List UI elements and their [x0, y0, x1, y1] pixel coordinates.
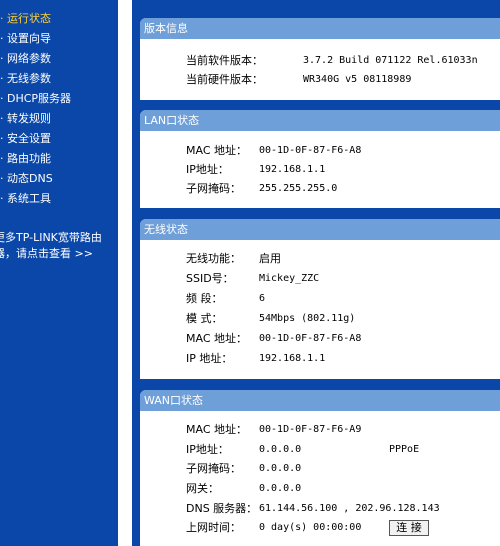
sidebar-item-network-params[interactable]: · 网络参数: [0, 50, 51, 68]
bullet-icon: ·: [0, 112, 4, 125]
wireless-mac-value: 00-1D-0F-87-F6-A8: [259, 333, 362, 344]
lan-mac-value: 00-1D-0F-87-F6-A8: [259, 145, 362, 156]
panel-title: LAN口状态: [140, 110, 500, 131]
lan-mac-row: MAC 地址： 00-1D-0F-87-F6-A8: [186, 142, 496, 160]
channel-row: 频 段： 6: [186, 290, 496, 308]
wireless-func-value: 启用: [259, 252, 281, 265]
wan-uptime-label: 上网时间：: [186, 521, 241, 534]
router-admin-page: · 运行状态 · 设置向导 · 网络参数 · 无线参数 · DHCP服务器 · 转发规则 ·…: [0, 0, 500, 546]
bullet-icon: ·: [0, 32, 4, 45]
sidebar-item-label: 动态DNS: [7, 172, 53, 185]
sidebar-item-label: DHCP服务器: [7, 92, 72, 105]
wireless-func-row: 无线功能： 启用: [186, 250, 496, 268]
wireless-mac-row: MAC 地址： 00-1D-0F-87-F6-A8: [186, 330, 496, 348]
wireless-func-label: 无线功能：: [186, 252, 241, 265]
sidebar-item-dynamic-dns[interactable]: · 动态DNS: [0, 170, 53, 188]
content-area: 版本信息 当前软件版本： 3.7.2 Build 071122 Rel.6103…: [132, 0, 500, 546]
wan-gateway-label: 网关：: [186, 482, 219, 495]
hardware-version-value: WR340G v5 08118989: [303, 74, 412, 85]
lan-mac-label: MAC 地址：: [186, 144, 247, 157]
sidebar: · 运行状态 · 设置向导 · 网络参数 · 无线参数 · DHCP服务器 · 转发规则 ·…: [0, 0, 118, 546]
bullet-icon: ·: [0, 12, 4, 25]
channel-label: 频 段：: [186, 292, 223, 305]
software-version-row: 当前软件版本： 3.7.2 Build 071122 Rel.61033n: [186, 52, 496, 70]
wireless-ip-row: IP 地址： 192.168.1.1: [186, 350, 496, 368]
sidebar-item-setup-wizard[interactable]: · 设置向导: [0, 30, 51, 48]
bullet-icon: ·: [0, 72, 4, 85]
bullet-icon: ·: [0, 172, 4, 185]
ssid-label: SSID号：: [186, 272, 234, 285]
software-version-label: 当前软件版本：: [186, 54, 263, 67]
mode-row: 模 式： 54Mbps (802.11g): [186, 310, 496, 328]
sidebar-item-running-status[interactable]: · 运行状态: [0, 10, 51, 28]
sidebar-item-label: 设置向导: [7, 32, 51, 45]
hardware-version-row: 当前硬件版本： WR340G v5 08118989: [186, 71, 496, 89]
sidebar-item-label: 转发规则: [7, 112, 51, 125]
lan-panel: LAN口状态 MAC 地址： 00-1D-0F-87-F6-A8 IP地址： 1…: [140, 110, 500, 208]
bullet-icon: ·: [0, 152, 4, 165]
wan-dns-label: DNS 服务器：: [186, 502, 258, 515]
lan-ip-row: IP地址： 192.168.1.1: [186, 161, 496, 179]
wireless-panel: 无线状态 无线功能： 启用 SSID号： Mickey_ZZC 频 段： 6 模…: [140, 219, 500, 379]
wan-ip-label: IP地址：: [186, 443, 229, 456]
sidebar-item-forwarding-rules[interactable]: · 转发规则: [0, 110, 51, 128]
wan-mac-row: MAC 地址： 00-1D-0F-87-F6-A9: [186, 421, 496, 439]
wireless-mac-label: MAC 地址：: [186, 332, 247, 345]
sidebar-item-label: 路由功能: [7, 152, 51, 165]
sidebar-item-security[interactable]: · 安全设置: [0, 130, 51, 148]
wan-dns-value: 61.144.56.100 , 202.96.128.143: [259, 503, 440, 514]
ssid-row: SSID号： Mickey_ZZC: [186, 270, 496, 288]
wan-panel: WAN口状态 MAC 地址： 00-1D-0F-87-F6-A9 IP地址： 0…: [140, 390, 500, 546]
more-products-link-cont[interactable]: 器，请点击查看 >>: [0, 245, 93, 263]
wan-mask-label: 子网掩码：: [186, 462, 241, 475]
wan-uptime-row: 上网时间： 0 day(s) 00:00:00: [186, 519, 496, 537]
bullet-icon: ·: [0, 132, 4, 145]
wan-mask-value: 0.0.0.0: [259, 463, 302, 474]
hardware-version-label: 当前硬件版本：: [186, 73, 263, 86]
ssid-value: Mickey_ZZC: [259, 273, 320, 284]
wan-ip-value: 0.0.0.0: [259, 444, 302, 455]
lan-mask-label: 子网掩码：: [186, 182, 241, 195]
sidebar-item-dhcp-server[interactable]: · DHCP服务器: [0, 90, 71, 108]
wan-dns-row: DNS 服务器： 61.144.56.100 , 202.96.128.143: [186, 500, 496, 518]
wan-gateway-row: 网关： 0.0.0.0: [186, 480, 496, 498]
wan-connection-type: PPPoE: [389, 444, 420, 455]
version-panel: 版本信息 当前软件版本： 3.7.2 Build 071122 Rel.6103…: [140, 18, 500, 100]
wan-uptime-value: 0 day(s) 00:00:00: [259, 522, 362, 533]
sidebar-item-system-tools[interactable]: · 系统工具: [0, 190, 51, 208]
bullet-icon: ·: [0, 92, 4, 105]
connect-button[interactable]: 连 接: [389, 520, 429, 536]
panel-title: 版本信息: [140, 18, 500, 39]
sidebar-item-label: 运行状态: [7, 12, 51, 25]
panel-title: WAN口状态: [140, 390, 500, 411]
channel-value: 6: [259, 293, 266, 304]
lan-mask-value: 255.255.255.0: [259, 183, 338, 194]
wan-mac-label: MAC 地址：: [186, 423, 247, 436]
wan-gateway-value: 0.0.0.0: [259, 483, 302, 494]
software-version-value: 3.7.2 Build 071122 Rel.61033n: [303, 55, 478, 66]
wan-mac-value: 00-1D-0F-87-F6-A9: [259, 424, 362, 435]
sidebar-item-routing[interactable]: · 路由功能: [0, 150, 51, 168]
sidebar-divider: [118, 0, 132, 546]
wireless-ip-value: 192.168.1.1: [259, 353, 326, 364]
sidebar-item-label: 网络参数: [7, 52, 51, 65]
sidebar-item-wireless-params[interactable]: · 无线参数: [0, 70, 51, 88]
panel-title: 无线状态: [140, 219, 500, 240]
sidebar-item-label: 系统工具: [7, 192, 51, 205]
wireless-ip-label: IP 地址：: [186, 352, 233, 365]
wan-mask-row: 子网掩码： 0.0.0.0: [186, 460, 496, 478]
lan-mask-row: 子网掩码： 255.255.255.0: [186, 180, 496, 198]
wan-ip-row: IP地址： 0.0.0.0 PPPoE: [186, 441, 496, 459]
lan-ip-label: IP地址：: [186, 163, 229, 176]
lan-ip-value: 192.168.1.1: [259, 164, 326, 175]
mode-label: 模 式：: [186, 312, 223, 325]
bullet-icon: ·: [0, 192, 4, 205]
mode-value: 54Mbps (802.11g): [259, 313, 356, 324]
sidebar-item-label: 安全设置: [7, 132, 51, 145]
bullet-icon: ·: [0, 52, 4, 65]
sidebar-item-label: 无线参数: [7, 72, 51, 85]
